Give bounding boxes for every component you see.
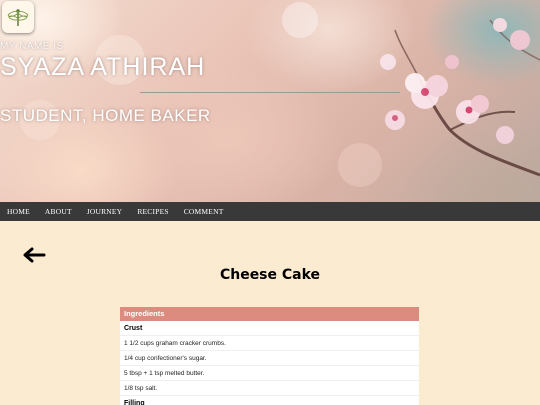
nav-item-about[interactable]: ABOUT [45, 207, 72, 216]
main-nav: HOME ABOUT JOURNEY RECIPES COMMENT [0, 202, 540, 221]
nav-item-home[interactable]: HOME [7, 207, 30, 216]
back-arrow-icon [23, 247, 46, 263]
nav-item-recipes[interactable]: RECIPES [137, 207, 168, 216]
ingredients-table: Ingredients Crust 1 1/2 cups graham crac… [120, 307, 419, 405]
page-title: Cheese Cake [219, 267, 321, 283]
dragonfly-icon [7, 9, 29, 26]
hero-pre-title: MY NAME IS [0, 41, 64, 52]
nav-item-comment[interactable]: COMMENT [184, 207, 224, 216]
ingredient-row: 1/8 tsp salt. [120, 381, 419, 396]
back-button[interactable] [22, 247, 46, 263]
hero-divider [140, 92, 400, 93]
hero-title: SYAZA ATHIRAH [0, 53, 206, 81]
hero-subtitle: STUDENT, HOME BAKER [0, 106, 211, 125]
blossom-background-image [20, 2, 540, 187]
ingredient-row: 1 1/2 cups graham cracker crumbs. [120, 336, 419, 351]
nav-item-journey[interactable]: JOURNEY [87, 207, 123, 216]
site-logo[interactable] [2, 1, 34, 33]
section-heading-crust: Crust [120, 321, 419, 336]
ingredient-row: 5 tbsp + 1 tsp melted butter. [120, 366, 419, 381]
section-heading-filling: Filling [120, 396, 419, 405]
ingredients-header: Ingredients [120, 307, 419, 321]
hero-banner: MY NAME IS SYAZA ATHIRAH STUDENT, HOME B… [0, 0, 540, 202]
ingredient-row: 1/4 cup confectioner's sugar. [120, 351, 419, 366]
